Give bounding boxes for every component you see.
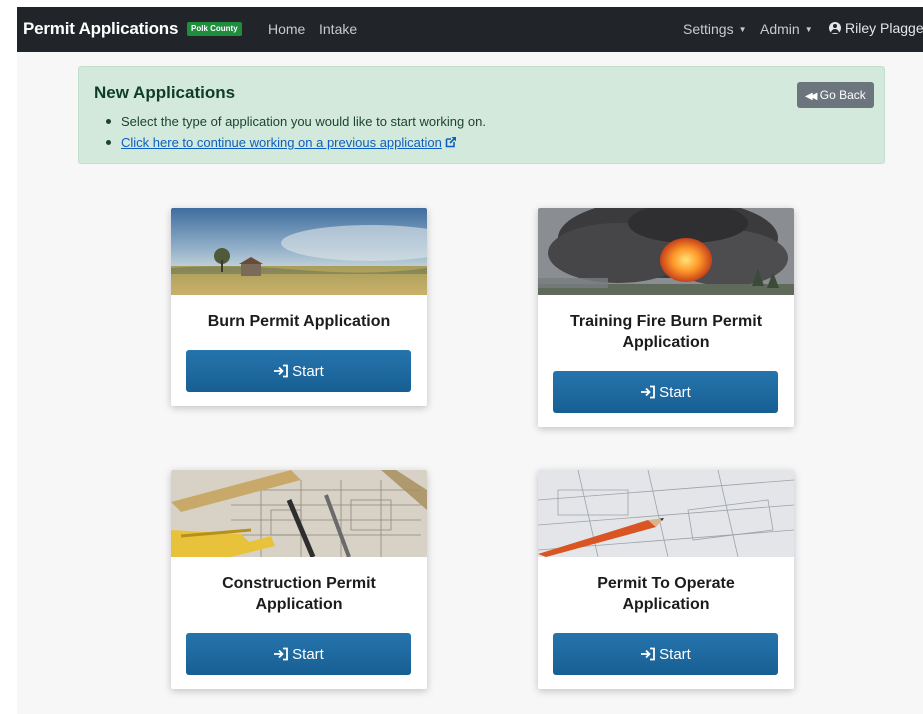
card-title: Burn Permit Application — [207, 313, 391, 330]
alert-list: Select the type of application you would… — [103, 111, 486, 153]
card-title-line1: Construction Permit — [222, 575, 376, 592]
sign-in-icon — [641, 647, 656, 660]
sign-in-icon — [274, 647, 289, 660]
caret-down-icon: ▼ — [738, 25, 747, 34]
start-permit-to-operate-button[interactable]: Start — [553, 633, 778, 675]
card-title-line2: Application — [622, 334, 710, 351]
new-applications-alert: New Applications Select the type of appl… — [78, 66, 885, 164]
nav-home-link[interactable]: Home — [268, 21, 305, 37]
sign-in-icon — [641, 385, 656, 398]
card-construction-permit: Construction Permit Application Start — [171, 470, 427, 689]
card-title-line2: Application — [622, 596, 710, 613]
continue-link-text: Click here to continue working on a prev… — [121, 135, 442, 150]
go-back-label: Go Back — [819, 88, 866, 102]
fire-smoke-photo — [538, 208, 794, 295]
rural-field-photo — [171, 208, 427, 295]
admin-dropdown[interactable]: Admin ▼ — [760, 21, 813, 37]
settings-dropdown[interactable]: Settings ▼ — [683, 21, 747, 37]
alert-continue-item: Click here to continue working on a prev… — [103, 132, 486, 153]
continue-previous-link[interactable]: Click here to continue working on a prev… — [121, 135, 442, 150]
start-construction-button[interactable]: Start — [186, 633, 411, 675]
user-name: Riley Plagge — [845, 20, 923, 36]
go-back-button[interactable]: ◀◀ Go Back — [797, 82, 874, 108]
card-permit-to-operate: Permit To Operate Application Start — [538, 470, 794, 689]
admin-label: Admin — [760, 21, 800, 37]
app-frame: Permit Applications Polk County Home Int… — [17, 7, 923, 714]
instruction-text: Select the type of application you would… — [121, 114, 486, 129]
card-title-line1: Training Fire Burn Permit — [569, 313, 763, 330]
start-training-fire-button[interactable]: Start — [553, 371, 778, 413]
user-circle-icon — [829, 22, 841, 34]
caret-down-icon: ▼ — [804, 25, 813, 34]
user-menu[interactable]: Riley Plagge — [829, 20, 923, 36]
card-title-line2: Application — [255, 596, 343, 613]
start-label: Start — [292, 362, 324, 380]
backward-icon: ◀◀ — [805, 91, 818, 102]
county-badge: Polk County — [187, 22, 242, 36]
alert-instruction: Select the type of application you would… — [103, 111, 486, 132]
alert-title: New Applications — [94, 83, 236, 102]
card-burn-permit: Burn Permit Application Start — [171, 208, 427, 406]
start-label: Start — [659, 383, 691, 401]
start-label: Start — [659, 645, 691, 663]
brand-title[interactable]: Permit Applications — [23, 19, 178, 39]
card-title-line1: Permit To Operate — [597, 575, 735, 592]
blueprint-pencil-photo — [538, 470, 794, 557]
card-training-fire-permit: Training Fire Burn Permit Application St… — [538, 208, 794, 427]
blueprint-tools-photo — [171, 470, 427, 557]
settings-label: Settings — [683, 21, 734, 37]
sign-in-icon — [274, 364, 289, 377]
start-label: Start — [292, 645, 324, 663]
top-navbar: Permit Applications Polk County Home Int… — [17, 7, 923, 52]
external-link-icon[interactable] — [445, 136, 457, 148]
nav-intake-link[interactable]: Intake — [319, 21, 357, 37]
start-burn-permit-button[interactable]: Start — [186, 350, 411, 392]
